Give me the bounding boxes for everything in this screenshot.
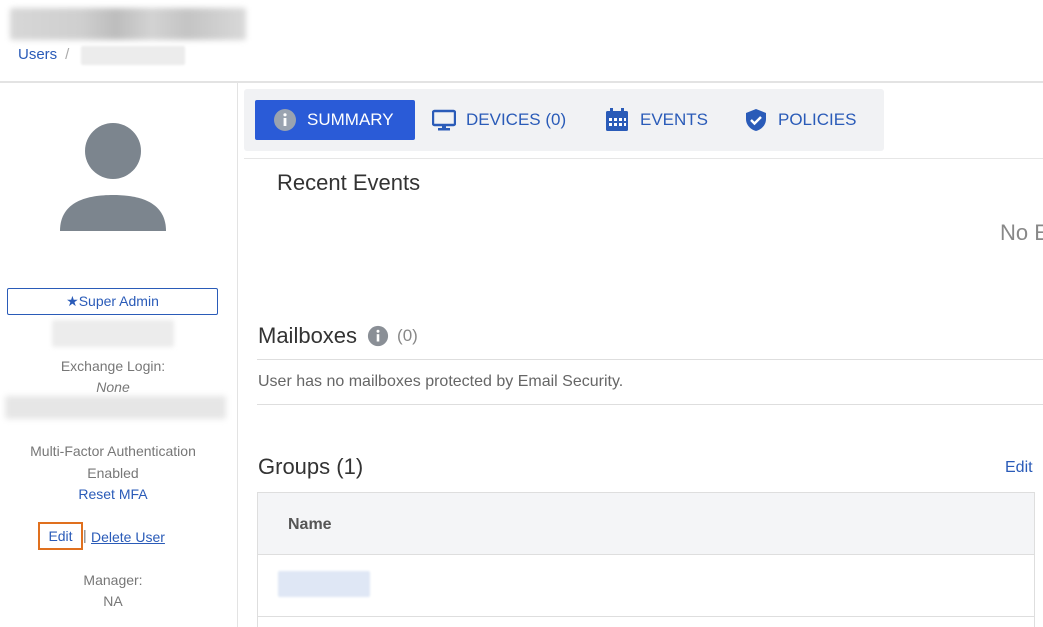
delete-user-link[interactable]: Delete User (91, 529, 165, 545)
breadcrumb-users-link[interactable]: Users (18, 46, 57, 63)
manager-label: Manager: (83, 572, 143, 588)
shield-check-icon (746, 109, 766, 131)
groups-heading: Groups (1) (258, 454, 364, 479)
manager-value: NA (103, 593, 123, 609)
edit-user-button[interactable]: Edit (38, 522, 83, 550)
mfa-label: Multi-Factor Authentication (30, 443, 196, 459)
user-name-redacted (52, 320, 174, 347)
tab-devices-label: DEVICES (0) (466, 110, 567, 129)
action-separator: | (83, 527, 87, 543)
breadcrumb-current-redacted (81, 46, 185, 65)
calendar-icon (606, 108, 628, 131)
mailboxes-bottom-divider (257, 404, 1043, 405)
exchange-login-value: None (96, 379, 130, 395)
monitor-icon (432, 109, 456, 131)
sidebar-divider (237, 83, 238, 627)
mailboxes-title: Mailboxes (258, 323, 358, 348)
tab-events-label: EVENTS (640, 110, 709, 129)
recent-events-empty: No E (1000, 220, 1043, 245)
table-row[interactable] (258, 555, 1034, 617)
groups-edit-link[interactable]: Edit (1005, 459, 1033, 477)
mfa-status: Enabled (87, 465, 139, 481)
mailboxes-divider (257, 359, 1043, 360)
mailboxes-empty-message: User has no mailboxes protected by Email… (258, 373, 624, 390)
tab-policies-label: POLICIES (778, 110, 857, 129)
mailboxes-heading: Mailboxes (0) (258, 323, 418, 349)
user-email-redacted (5, 396, 226, 419)
reset-mfa-link[interactable]: Reset MFA (0, 486, 226, 502)
tab-content-divider (244, 158, 1043, 159)
mailboxes-count: (0) (397, 326, 418, 345)
breadcrumb-separator: / (65, 46, 70, 63)
tab-policies[interactable]: POLICIES (744, 100, 856, 140)
breadcrumb: Users / (18, 46, 77, 63)
header-divider (0, 81, 1043, 83)
groups-table: Name (257, 492, 1035, 627)
recent-events-heading: Recent Events (277, 170, 421, 195)
info-icon[interactable] (367, 325, 389, 347)
group-name-redacted[interactable] (278, 571, 370, 597)
column-header-name[interactable]: Name (288, 516, 332, 534)
table-header: Name (258, 493, 1034, 555)
tab-summary-label: SUMMARY (307, 110, 394, 129)
tab-summary[interactable]: SUMMARY (255, 100, 415, 140)
info-icon (274, 109, 296, 131)
tab-events[interactable]: EVENTS (604, 100, 708, 140)
user-actions: Edit | Delete User (0, 522, 226, 550)
tab-bar: SUMMARY DEVICES (0) EVENTS POLICIES (244, 89, 884, 151)
exchange-login-label: Exchange Login: (60, 358, 166, 374)
page-title-redacted (10, 8, 246, 40)
super-admin-badge[interactable]: ★Super Admin (7, 288, 218, 315)
tab-devices[interactable]: DEVICES (0) (432, 100, 566, 140)
avatar (60, 123, 166, 231)
